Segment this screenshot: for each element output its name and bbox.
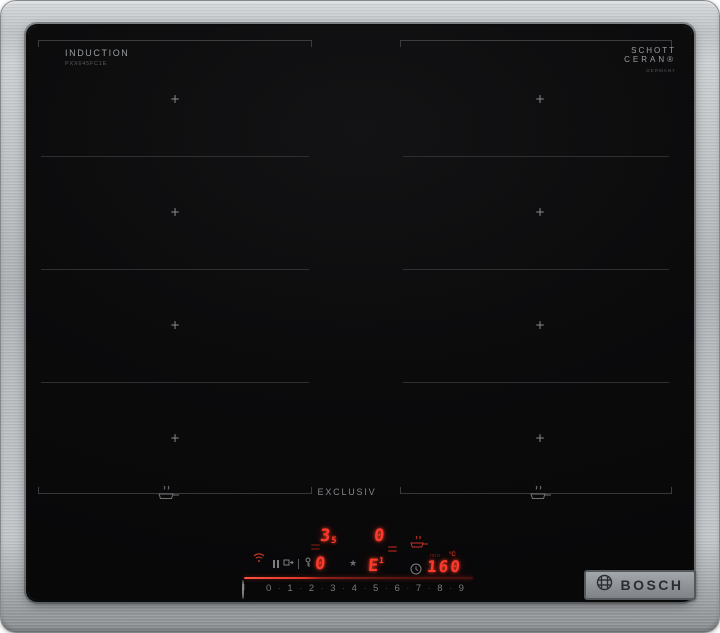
exclusiv-series-label: EXCLUSIV — [317, 487, 377, 497]
zone-corner-tick — [311, 40, 312, 47]
power-level-4[interactable]: 4 — [352, 583, 357, 594]
level-separator: · — [449, 584, 452, 593]
zone-corner-tick — [671, 487, 672, 494]
pan-position-marker: + — [169, 205, 181, 219]
pan-position-marker: + — [169, 92, 181, 106]
power-level-1[interactable]: 1 — [287, 583, 292, 594]
glass-surface: + + + + + + + + INDUCTION PXX645FC1E SCH… — [28, 26, 692, 600]
pan-position-marker: + — [169, 318, 181, 332]
key-lock-icon[interactable] — [303, 555, 313, 573]
power-level-9[interactable]: 9 — [459, 583, 464, 594]
zone-display-front-right: E1 — [367, 556, 385, 576]
ceran-sub-label: GERMANY — [646, 68, 676, 73]
ceran-label: CERAN® — [624, 55, 676, 64]
bosch-logo-text: BOSCH — [620, 577, 684, 593]
flex-zone-right: + + + + — [400, 40, 672, 499]
power-level-3[interactable]: 3 — [330, 583, 335, 594]
induction-label-block: INDUCTION PXX645FC1E — [65, 48, 129, 67]
level-separator: · — [363, 584, 367, 593]
move-pan-key-icon[interactable] — [283, 555, 294, 573]
zone-divider-line — [403, 382, 669, 383]
zone-display-rear-right: 0 — [373, 526, 386, 546]
zone-corner-tick — [400, 487, 401, 494]
pan-position-marker: + — [534, 205, 546, 219]
level-separator: · — [406, 584, 410, 593]
bosch-logo-plate: BOSCH — [584, 570, 696, 600]
flex-zone-left: + + + + — [38, 40, 312, 499]
level-separator: · — [299, 584, 303, 593]
zone-corner-tick — [38, 40, 39, 47]
power-level-6[interactable]: 6 — [394, 583, 399, 594]
product-photo: + + + + + + + + INDUCTION PXX645FC1E SCH… — [0, 0, 720, 633]
power-level-7[interactable]: 7 — [416, 583, 421, 594]
power-level-slider[interactable]: 0 · 1 · 2 · 3 · 4 · 5 · 6 · 7 · 8 · 9 — [266, 583, 464, 594]
schott-label: SCHOTT — [631, 46, 676, 55]
zone-divider-line — [41, 269, 309, 270]
level-separator: · — [278, 584, 281, 593]
zone-divider-line — [41, 156, 309, 157]
induction-label: INDUCTION — [65, 48, 130, 58]
zone-display-front-left: 0 — [314, 554, 327, 574]
model-number: PXX645FC1E — [65, 61, 108, 67]
power-slider-indicator-line — [244, 577, 473, 579]
pan-position-marker: + — [169, 431, 181, 445]
zone-divider-line — [403, 156, 669, 157]
schott-ceran-label-block: SCHOTT CERAN® GERMANY — [624, 46, 676, 73]
zone-divider-line — [41, 382, 309, 383]
zone-corner-tick — [400, 40, 401, 47]
zone-bridge-indicator-right — [388, 546, 397, 552]
pan-position-marker: + — [534, 92, 546, 106]
temperature-display: 160 — [426, 557, 463, 576]
cluster-divider — [298, 558, 299, 569]
zone-display-rear-left: 35 — [319, 526, 338, 546]
level-separator: · — [427, 584, 431, 593]
bosch-emblem-icon — [596, 574, 613, 596]
level-separator: · — [320, 584, 324, 593]
home-connect-wifi-icon — [252, 550, 266, 568]
pause-key-icon[interactable] — [273, 559, 279, 568]
cooktop-frame: + + + + + + + + INDUCTION PXX645FC1E SCH… — [0, 0, 720, 633]
power-on-off-key[interactable] — [242, 580, 244, 599]
frying-sensor-pan-icon — [528, 485, 552, 501]
level-separator: · — [342, 584, 345, 593]
zone-corner-tick — [311, 487, 312, 494]
frying-sensor-key-icon[interactable] — [409, 535, 429, 555]
frying-sensor-pan-icon — [156, 485, 180, 501]
pan-position-marker: + — [534, 431, 546, 445]
power-level-5[interactable]: 5 — [373, 583, 378, 594]
zone-divider-line — [403, 269, 669, 270]
zone-corner-tick — [38, 487, 39, 494]
power-level-2[interactable]: 2 — [309, 583, 314, 594]
level-separator: · — [385, 584, 388, 593]
power-level-8[interactable]: 8 — [437, 583, 442, 594]
favorite-star-key-icon[interactable]: ★ — [349, 559, 357, 568]
function-key-cluster — [273, 557, 313, 570]
power-level-0[interactable]: 0 — [266, 583, 271, 594]
pan-position-marker: + — [534, 318, 546, 332]
